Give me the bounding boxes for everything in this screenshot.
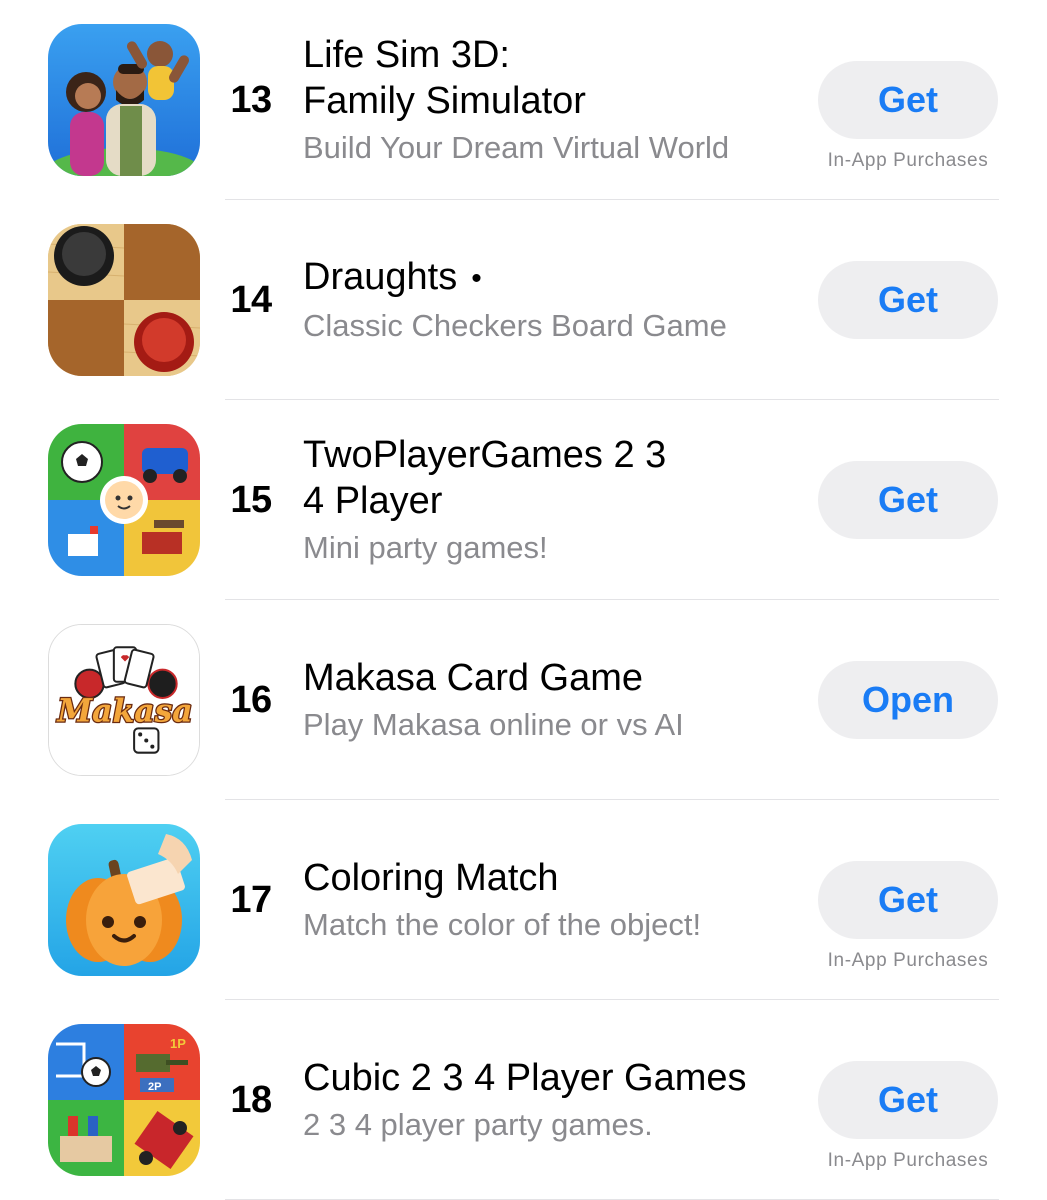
makasa-cards-logo-app-icon[interactable]: Makasa bbox=[48, 624, 200, 776]
app-title[interactable]: Makasa Card Game bbox=[303, 655, 793, 701]
app-info: Draughts • Classic Checkers Board Game bbox=[303, 200, 793, 400]
in-app-purchases-label: In-App Purchases bbox=[827, 1150, 989, 1171]
app-title-text: Draughts bbox=[303, 256, 458, 299]
app-info: Makasa Card Game Play Makasa online or v… bbox=[303, 600, 793, 800]
app-list-item[interactable]: 14 Draughts • Classic Checkers Board Game… bbox=[0, 200, 1047, 400]
app-title[interactable]: Cubic 2 3 4 Player Games bbox=[303, 1055, 793, 1101]
in-app-purchases-label: In-App Purchases bbox=[827, 150, 989, 171]
get-button[interactable]: Get bbox=[818, 861, 998, 939]
four-minigames-app-icon[interactable] bbox=[48, 424, 200, 576]
rank-number: 14 bbox=[230, 278, 272, 321]
get-button[interactable]: Get bbox=[818, 461, 998, 539]
family-characters-app-icon[interactable] bbox=[48, 24, 200, 176]
get-button[interactable]: Get bbox=[818, 1061, 998, 1139]
app-subtitle: Classic Checkers Board Game bbox=[303, 307, 727, 343]
app-title[interactable]: TwoPlayerGames 2 3 4 Player bbox=[303, 432, 793, 524]
rank-number: 18 bbox=[230, 1078, 272, 1121]
app-list-item[interactable]: 1P 2P 18 Cubic 2 3 4 Player Games 2 3 4 … bbox=[0, 1000, 1047, 1200]
app-subtitle: Match the color of the object! bbox=[303, 907, 702, 942]
rank-number: 15 bbox=[230, 478, 272, 521]
rank-number: 17 bbox=[230, 878, 272, 921]
makasa-logo-text: Makasa bbox=[56, 693, 192, 729]
cubic-tag-2p: 2P bbox=[148, 1081, 161, 1093]
app-subtitle: Mini party games! bbox=[303, 530, 548, 565]
app-subtitle: 2 3 4 player party games. bbox=[303, 1107, 653, 1142]
app-info: Cubic 2 3 4 Player Games 2 3 4 player pa… bbox=[303, 1000, 793, 1200]
app-list-item[interactable]: 13 Life Sim 3D: Family Simulator Build Y… bbox=[0, 0, 1047, 200]
get-button[interactable]: Get bbox=[818, 61, 998, 139]
rank-number: 13 bbox=[230, 78, 272, 121]
checkers-board-app-icon[interactable] bbox=[48, 224, 200, 376]
app-info: TwoPlayerGames 2 3 4 Player Mini party g… bbox=[303, 400, 793, 600]
app-list-item[interactable]: Makasa 16 Makasa Card Game Play Makasa o… bbox=[0, 600, 1047, 800]
app-subtitle: Build Your Dream Virtual World bbox=[303, 130, 730, 165]
get-button[interactable]: Get bbox=[818, 261, 998, 339]
pumpkin-app-icon[interactable] bbox=[48, 824, 200, 976]
dot-separator: • bbox=[471, 261, 482, 295]
app-info: Life Sim 3D: Family Simulator Build Your… bbox=[303, 0, 793, 200]
app-title[interactable]: Draughts • bbox=[303, 254, 793, 302]
app-info: Coloring Match Match the color of the ob… bbox=[303, 800, 793, 1000]
cubic-tag-1p: 1P bbox=[170, 1036, 186, 1051]
app-list-item[interactable]: 15 TwoPlayerGames 2 3 4 Player Mini part… bbox=[0, 400, 1047, 600]
app-list-item[interactable]: 17 Coloring Match Match the color of the… bbox=[0, 800, 1047, 1000]
app-title[interactable]: Coloring Match bbox=[303, 855, 793, 901]
in-app-purchases-label: In-App Purchases bbox=[827, 950, 989, 971]
app-subtitle: Play Makasa online or vs AI bbox=[303, 707, 684, 742]
open-button[interactable]: Open bbox=[818, 661, 998, 739]
cubic-minigames-app-icon[interactable]: 1P 2P bbox=[48, 1024, 200, 1176]
rank-number: 16 bbox=[230, 678, 272, 721]
app-title[interactable]: Life Sim 3D: Family Simulator bbox=[303, 32, 793, 124]
